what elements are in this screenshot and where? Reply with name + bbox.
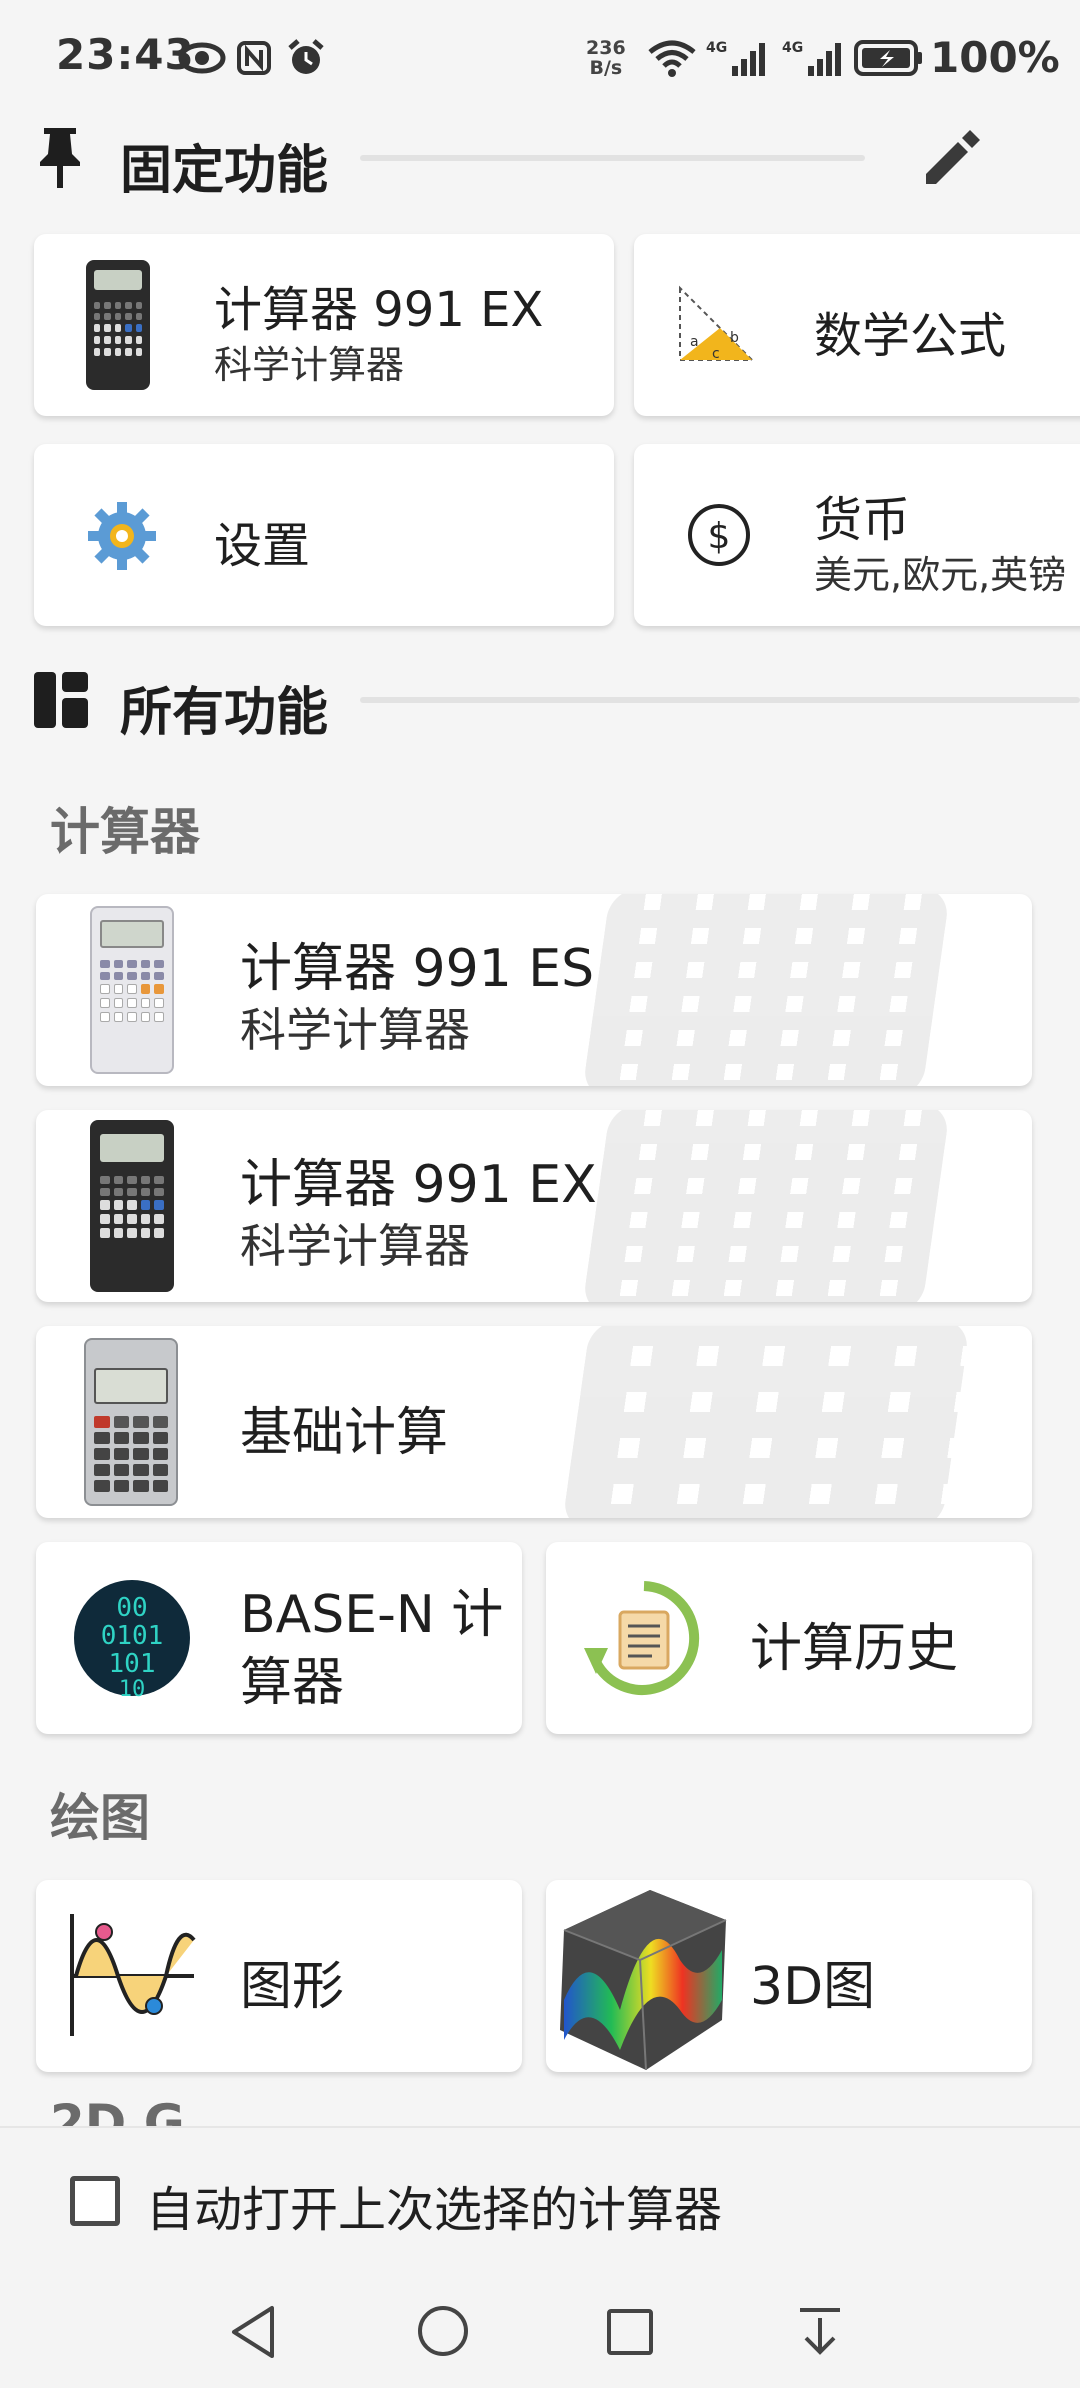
- recents-icon[interactable]: [606, 2308, 654, 2360]
- history-scroll-icon: [582, 1578, 706, 1702]
- feature-card-graph[interactable]: 图形: [36, 1880, 522, 2072]
- alarm-icon: [286, 39, 326, 76]
- binary-globe-icon: 00 0101 101 10: [72, 1578, 192, 1702]
- back-icon[interactable]: [228, 2304, 278, 2364]
- card-title: 图形: [240, 1957, 345, 2017]
- card-title: 计算器 991 ES: [240, 939, 595, 999]
- group-label-2d: 2D G..: [50, 2094, 223, 2126]
- card-subtitle: 美元,欧元,英镑: [814, 553, 1067, 597]
- section-divider: [360, 155, 865, 161]
- card-subtitle: 科学计算器: [214, 343, 405, 387]
- svg-text:00: 00: [116, 1593, 147, 1623]
- wifi-icon: [646, 40, 698, 77]
- eye-icon: [178, 40, 226, 76]
- svg-text:10: 10: [119, 1677, 146, 1698]
- card-title: 计算历史: [750, 1619, 959, 1679]
- battery-percent: 100%: [930, 33, 1060, 82]
- pinned-card-settings[interactable]: 设置: [34, 444, 614, 626]
- edit-pencil-icon[interactable]: [916, 122, 986, 196]
- feature-card-991es[interactable]: 计算器 991 ES 科学计算器: [36, 894, 1032, 1086]
- card-title: 3D图: [750, 1957, 876, 2017]
- signal-4g-icon: 4G: [782, 40, 848, 76]
- card-title: 计算器 991 EX: [214, 282, 544, 338]
- nfc-icon: [236, 40, 272, 76]
- settings-gear-icon: [82, 496, 162, 580]
- calculator-watermark: [561, 1326, 971, 1518]
- card-title: BASE-N 计: [240, 1585, 504, 1645]
- card-subtitle: 科学计算器: [240, 1003, 470, 1057]
- calculator-watermark: [581, 1110, 951, 1302]
- card-title: 数学公式: [814, 308, 1007, 364]
- all-section-title: 所有功能: [120, 683, 329, 743]
- svg-text:101: 101: [109, 1649, 156, 1679]
- feature-card-991ex[interactable]: 计算器 991 EX 科学计算器: [36, 1110, 1032, 1302]
- group-label-plot: 绘图: [50, 1789, 150, 1847]
- svg-text:a: a: [690, 334, 699, 350]
- status-bar: 23:43 236 B/s 4G 4G 100%: [0, 0, 1080, 100]
- feature-card-3d-graph[interactable]: 3D图: [546, 1880, 1032, 2072]
- card-title: 货币: [814, 492, 911, 548]
- calculator-watermark: [581, 894, 951, 1086]
- calculator-991ex-icon: [86, 260, 150, 390]
- pin-icon: [36, 124, 84, 194]
- svg-text:$: $: [708, 516, 731, 557]
- bottom-panel: [0, 2126, 1080, 2388]
- signal-4g-icon: 4G: [706, 40, 772, 76]
- collapse-icon[interactable]: [796, 2306, 844, 2362]
- 3d-surface-icon: [550, 1880, 730, 2072]
- svg-text:b: b: [730, 330, 739, 346]
- calculator-991es-icon: [90, 906, 174, 1074]
- auto-open-checkbox[interactable]: [70, 2176, 120, 2226]
- card-title: 计算器 991 EX: [240, 1155, 597, 1215]
- pinned-section-title: 固定功能: [120, 141, 329, 201]
- feature-card-base-n[interactable]: 00 0101 101 10 BASE-N 计 算器: [36, 1542, 522, 1734]
- section-divider: [360, 697, 1080, 703]
- dollar-circle-icon: $: [686, 502, 752, 572]
- feature-card-history[interactable]: 计算历史: [546, 1542, 1032, 1734]
- calculator-991ex-icon: [90, 1120, 174, 1292]
- net-speed: 236 B/s: [586, 37, 626, 79]
- basic-calculator-icon: [84, 1338, 178, 1506]
- feature-card-basic-calc[interactable]: 基础计算: [36, 1326, 1032, 1518]
- card-subtitle: 科学计算器: [240, 1219, 470, 1273]
- card-title: 基础计算: [240, 1403, 449, 1463]
- function-graph-icon: [66, 1910, 196, 2044]
- home-icon[interactable]: [416, 2304, 470, 2362]
- pinned-card-currency[interactable]: $ 货币 美元,欧元,英镑: [634, 444, 1080, 626]
- svg-text:4G: 4G: [706, 40, 727, 56]
- pinned-card-math-formula[interactable]: a bc 数学公式: [634, 234, 1080, 416]
- auto-open-label[interactable]: 自动打开上次选择的计算器: [146, 2170, 722, 2240]
- pinned-card-991ex[interactable]: 计算器 991 EX 科学计算器: [34, 234, 614, 416]
- svg-text:c: c: [712, 346, 720, 362]
- card-title-line2: 算器: [240, 1653, 345, 1713]
- group-label-calculator: 计算器: [50, 803, 200, 861]
- status-time: 23:43: [56, 30, 195, 79]
- triangle-formula-icon: a bc: [676, 284, 756, 368]
- dashboard-grid-icon: [34, 672, 88, 732]
- card-title: 设置: [214, 518, 311, 574]
- battery-charging-icon: [854, 40, 924, 76]
- svg-text:4G: 4G: [782, 40, 803, 56]
- svg-text:0101: 0101: [101, 1621, 164, 1651]
